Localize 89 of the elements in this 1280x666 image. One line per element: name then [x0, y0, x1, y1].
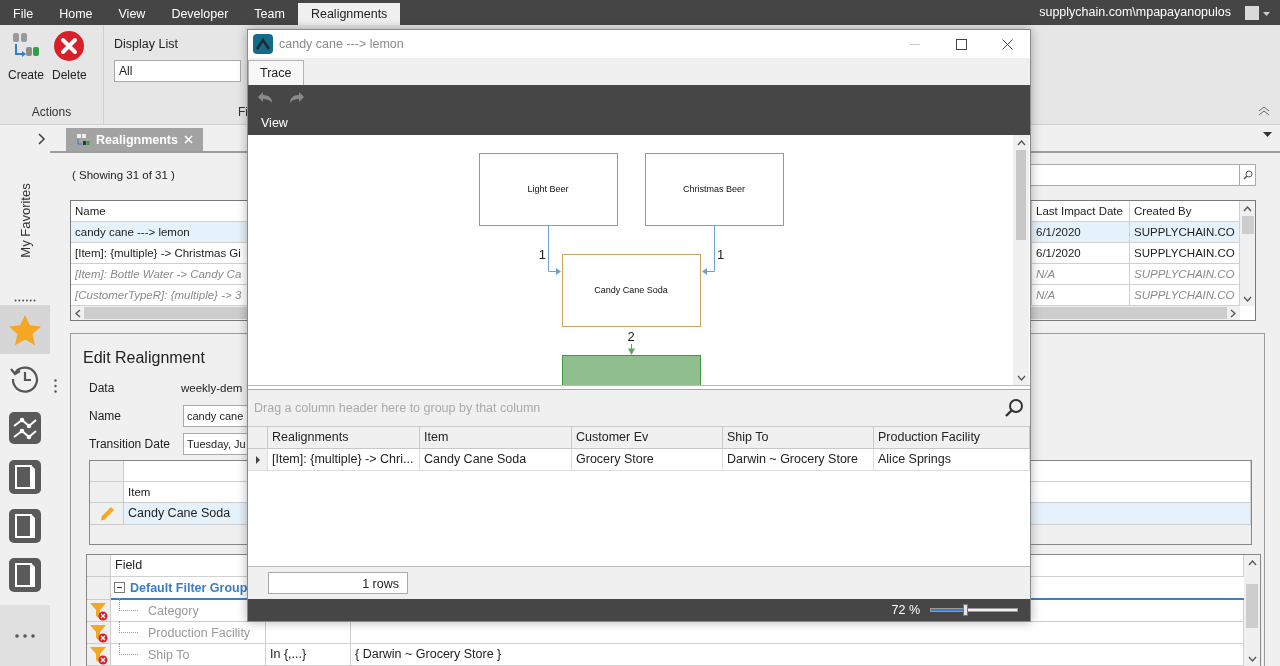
scroll-up-icon[interactable]: [1016, 140, 1026, 146]
table-cell: 6/1/2020: [1032, 222, 1130, 243]
scroll-right-icon[interactable]: [1230, 308, 1236, 318]
grip-icon: [14, 299, 36, 302]
table-cell: SUPPLYCHAIN.CO: [1130, 222, 1240, 243]
group-title: Default Filter Group: [130, 580, 248, 595]
create-button[interactable]: Create: [4, 30, 49, 100]
delete-icon: [53, 30, 86, 62]
menu-item[interactable]: View: [105, 3, 159, 25]
search-icon: [1242, 170, 1253, 180]
edge-label: 1: [717, 247, 725, 262]
document-icon: [9, 459, 41, 494]
menu-item[interactable]: View: [261, 116, 288, 130]
window-title: candy cane ---> lemon: [279, 37, 404, 51]
close-icon: [1001, 38, 1013, 50]
diagram-node[interactable]: [562, 254, 701, 327]
favorites-tab[interactable]: My Favorites: [17, 182, 33, 258]
diagram-node[interactable]: [562, 355, 701, 385]
node-label: Christmas Beer: [683, 184, 745, 194]
search-icon[interactable]: [1004, 398, 1024, 418]
table-cell: Category: [148, 603, 199, 618]
panel-title: Edit Realignment: [83, 349, 206, 367]
group-label: Actions: [30, 104, 73, 121]
diagram-node[interactable]: [645, 153, 784, 226]
scroll-up-icon[interactable]: [1247, 560, 1257, 566]
star-icon: [8, 313, 42, 346]
group-by-hint: Drag a column header here to group by that column: [254, 401, 541, 415]
column-header[interactable]: Item: [420, 426, 572, 449]
scroll-down-icon[interactable]: [1247, 656, 1257, 662]
network-chart-icon: [9, 411, 41, 444]
grip-icon[interactable]: [54, 379, 57, 393]
menu-item[interactable]: File: [0, 3, 47, 25]
field-label: Data: [89, 381, 116, 395]
collapse-icon[interactable]: [114, 582, 125, 593]
table-cell: N/A: [1032, 264, 1130, 285]
column-header[interactable]: Realignments: [268, 426, 420, 449]
expand-icon[interactable]: [38, 133, 46, 145]
caret-icon[interactable]: [1263, 12, 1270, 16]
table-cell: SUPPLYCHAIN.CO: [1130, 243, 1240, 264]
diagram-node[interactable]: [479, 153, 618, 226]
table-cell: SUPPLYCHAIN.CO: [1130, 264, 1240, 285]
delete-button[interactable]: Delete: [48, 30, 91, 100]
scroll-left-icon[interactable]: [75, 308, 81, 318]
column-header[interactable]: Production Facility: [874, 426, 1030, 449]
row-pointer-icon: [255, 455, 260, 464]
table-cell: { Darwin ~ Grocery Store }: [351, 644, 1244, 666]
table-cell: Production Facility: [148, 625, 251, 640]
text-swap-icon: [76, 132, 90, 147]
document-icon: [9, 508, 41, 543]
caret-icon[interactable]: [1263, 131, 1272, 137]
minimize-icon: [910, 43, 920, 45]
field-value: weekly-dem: [181, 382, 244, 394]
menu-item[interactable]: Home: [46, 3, 106, 25]
scroll-down-icon[interactable]: [1243, 296, 1252, 302]
row-header: [87, 555, 111, 577]
scrollbar-thumb[interactable]: [1246, 584, 1258, 628]
search-button[interactable]: [1239, 165, 1255, 185]
result-count: ( Showing 31 of 31 ): [71, 169, 175, 181]
field-label: Transition Date: [89, 437, 171, 451]
row-header[interactable]: [248, 449, 268, 471]
row-count: 1 rows: [268, 572, 408, 594]
zoom-reading: 72 %: [891, 603, 920, 617]
table-cell: In {,...}: [266, 644, 351, 666]
maximize-icon: [955, 38, 967, 50]
scrollbar-thumb[interactable]: [1241, 216, 1254, 234]
app-icon: [253, 34, 273, 54]
edge-label: 2: [627, 329, 635, 344]
display-list-field[interactable]: All: [114, 60, 241, 82]
field-label: Name: [89, 409, 122, 423]
document-icon: [9, 557, 41, 592]
menu-item[interactable]: Realignments: [297, 3, 401, 25]
table-cell: 6/1/2020: [1032, 243, 1130, 264]
tab[interactable]: Trace: [248, 60, 304, 85]
slider-thumb[interactable]: [963, 604, 969, 616]
menu-item[interactable]: Developer: [158, 3, 242, 25]
user-name[interactable]: supplychain.com\mpapayanopulos: [1039, 0, 1231, 25]
scrollbar-thumb[interactable]: [1016, 150, 1026, 240]
more-icon[interactable]: [15, 633, 35, 638]
table-cell: Ship To: [148, 647, 190, 662]
node-label: Light Beer: [527, 184, 569, 194]
field-label: Display List: [114, 37, 178, 51]
edge-label: 1: [538, 247, 546, 262]
column-header[interactable]: Ship To: [723, 426, 874, 449]
node-label: Candy Cane Soda: [594, 285, 668, 295]
group-label: Fi: [238, 104, 248, 121]
scroll-up-icon[interactable]: [1243, 206, 1252, 212]
menu-item[interactable]: Team: [241, 3, 298, 25]
column-header[interactable]: Customer Ev: [572, 426, 723, 449]
scroll-down-icon[interactable]: [1016, 375, 1026, 381]
